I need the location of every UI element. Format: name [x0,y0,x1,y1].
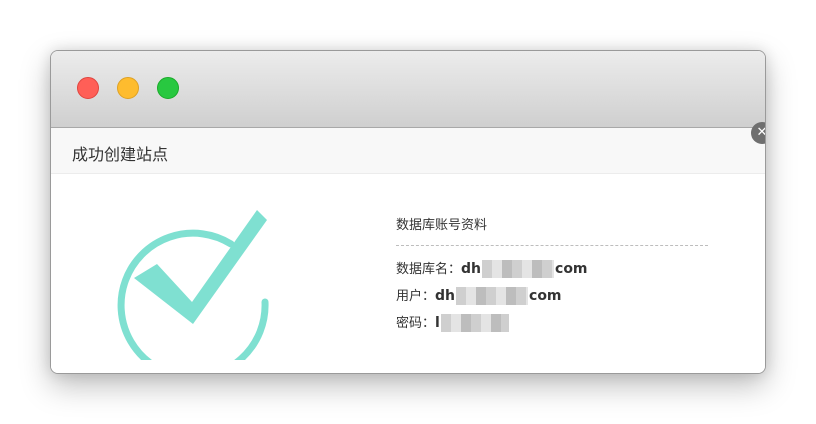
redacted-mask [440,314,509,332]
zoom-window-button[interactable] [157,77,179,99]
window-titlebar [51,51,765,128]
database-password-label: 密码： [396,316,436,331]
database-password-value: l [435,314,510,332]
minimize-window-button[interactable] [117,77,139,99]
dialog-title: 成功创建站点 [72,145,169,164]
database-user-label: 用户： [396,289,436,304]
database-password-row: 密码：l [396,310,708,337]
success-checkmark-icon [113,200,273,373]
database-name-value: dh com [461,260,588,278]
dialog-body: 数据库账号资料 数据库名：dh com 用户：dh com 密码：l [51,174,765,373]
database-user-value: dh com [435,287,562,305]
divider [396,245,708,246]
database-info: 数据库账号资料 数据库名：dh com 用户：dh com 密码：l [396,216,708,337]
dialog-header: 成功创建站点 ✕ [51,122,765,174]
redacted-mask [456,287,529,305]
app-window: 成功创建站点 ✕ 数据库账号资料 数据库名：dhcom 用户：dhcom 密码：… [50,50,766,374]
redacted-mask [482,260,555,278]
database-name-label: 数据库名： [396,262,462,277]
close-icon[interactable]: ✕ [751,122,765,144]
database-info-title: 数据库账号资料 [396,218,488,233]
close-window-button[interactable] [77,77,99,99]
database-name-row: 数据库名：dh com [396,256,708,283]
database-user-row: 用户：dh com [396,283,708,310]
